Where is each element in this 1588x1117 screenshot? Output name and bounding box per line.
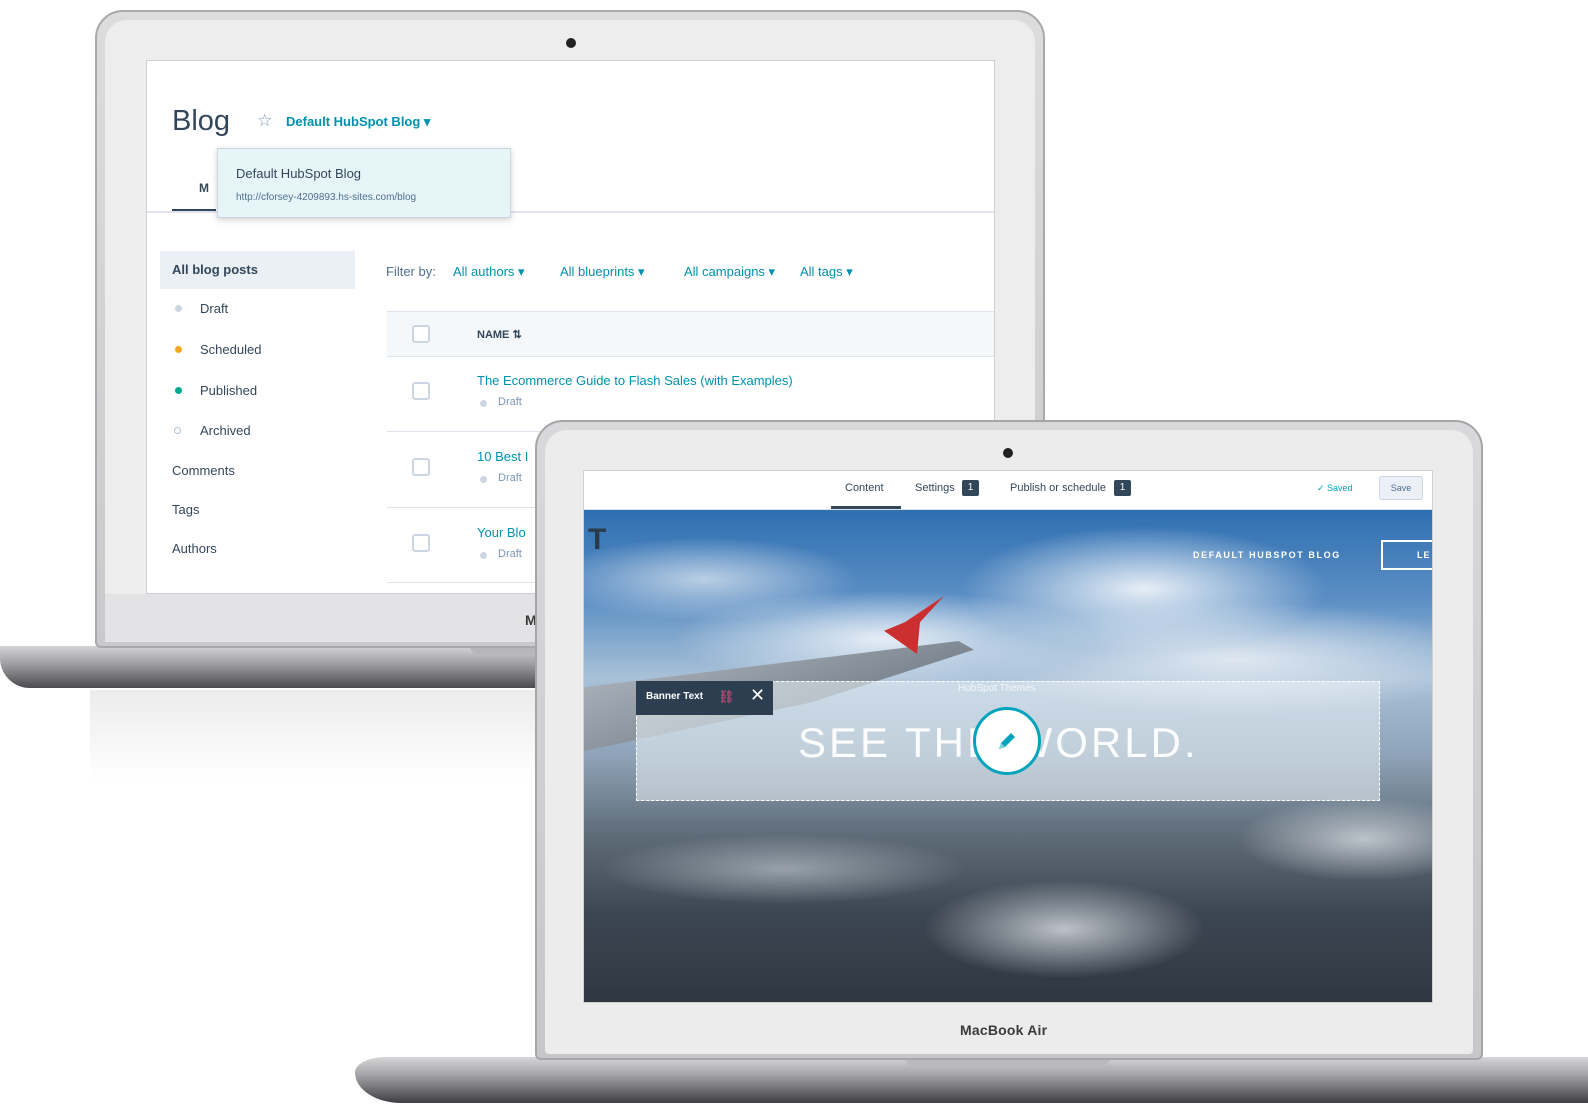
site-nav-button[interactable]: LE (1381, 540, 1432, 570)
sidebar-item-all-posts[interactable]: All blog posts (172, 262, 258, 277)
site-nav-blog-link[interactable]: DEFAULT HUBSPOT BLOG (1193, 550, 1341, 560)
editor-top-bar: Content Settings 1 Publish or schedule 1… (584, 471, 1432, 510)
device-label: MacBook Air (960, 1022, 1048, 1038)
page-title: Blog (172, 105, 231, 137)
dropdown-option-url: http://cforsey-4209893.hs-sites.com/blog (236, 192, 417, 203)
camera-icon (566, 38, 576, 48)
sidebar-item-archived[interactable]: Archived (200, 423, 251, 438)
row-checkbox[interactable] (412, 382, 430, 400)
draft-dot-icon (480, 476, 487, 483)
banner-eyebrow: HubSpot Themes (958, 683, 1036, 694)
column-name-header[interactable]: NAME ⇅ (477, 328, 522, 341)
row-checkbox[interactable] (412, 534, 430, 552)
post-status: Draft (498, 396, 522, 408)
draft-dot-icon (480, 552, 487, 559)
tab-manage[interactable]: M (199, 181, 209, 195)
site-nav-button-label: LE (1417, 550, 1431, 560)
pencil-icon (999, 733, 1015, 749)
row-checkbox[interactable] (412, 458, 430, 476)
publish-count-badge: 1 (1114, 480, 1131, 496)
camera-icon (1003, 448, 1013, 458)
post-status: Draft (498, 548, 522, 560)
post-title-link[interactable]: Your Blo (477, 525, 526, 540)
sidebar-item-comments[interactable]: Comments (172, 463, 235, 478)
published-dot-icon (175, 387, 182, 394)
edit-module-button[interactable] (973, 707, 1041, 775)
tab-content[interactable]: Content (845, 482, 884, 494)
tab-active-indicator (831, 506, 901, 509)
site-logo-partial: T (588, 523, 607, 556)
link-icon[interactable]: ⛓ (718, 689, 735, 705)
filter-authors[interactable]: All authors ▾ (453, 264, 525, 280)
draft-dot-icon (175, 305, 182, 312)
save-button[interactable]: Save (1379, 476, 1423, 500)
star-icon[interactable]: ☆ (257, 111, 272, 131)
archived-dot-icon (174, 427, 181, 434)
sidebar-item-draft[interactable]: Draft (200, 301, 228, 316)
sidebar-item-tags[interactable]: Tags (172, 502, 199, 517)
blog-selector[interactable]: Default HubSpot Blog ▾ (286, 114, 430, 130)
close-icon[interactable]: ✕ (750, 685, 765, 706)
filter-campaigns[interactable]: All campaigns ▾ (684, 264, 775, 280)
draft-dot-icon (480, 400, 487, 407)
select-all-checkbox[interactable] (412, 325, 430, 343)
blog-dropdown-menu: Default HubSpot Blog http://cforsey-4209… (217, 148, 511, 218)
saved-status: ✓ Saved (1317, 483, 1353, 493)
tab-settings[interactable]: Settings (915, 482, 955, 494)
tab-publish-schedule[interactable]: Publish or schedule (1010, 482, 1106, 494)
post-title-link[interactable]: The Ecommerce Guide to Flash Sales (with… (477, 373, 793, 388)
sidebar-item-published[interactable]: Published (200, 383, 257, 398)
sidebar-item-scheduled[interactable]: Scheduled (200, 342, 261, 357)
scheduled-dot-icon (175, 346, 182, 353)
filter-label: Filter by: (386, 264, 436, 279)
post-title-link[interactable]: 10 Best I (477, 449, 528, 464)
module-toolbar: Banner Text ⛓ ✕ (636, 681, 773, 715)
settings-count-badge: 1 (962, 480, 979, 496)
page-editor-screen: T DEFAULT HUBSPOT BLOG LE Content Settin… (583, 470, 1433, 1003)
table-header: NAME ⇅ (387, 311, 994, 357)
dropdown-option-name[interactable]: Default HubSpot Blog (236, 166, 361, 181)
module-name-label: Banner Text (646, 691, 704, 702)
post-status: Draft (498, 472, 522, 484)
filter-blueprints[interactable]: All blueprints ▾ (560, 264, 645, 280)
sidebar-item-authors[interactable]: Authors (172, 541, 217, 556)
filter-tags[interactable]: All tags ▾ (800, 264, 853, 280)
